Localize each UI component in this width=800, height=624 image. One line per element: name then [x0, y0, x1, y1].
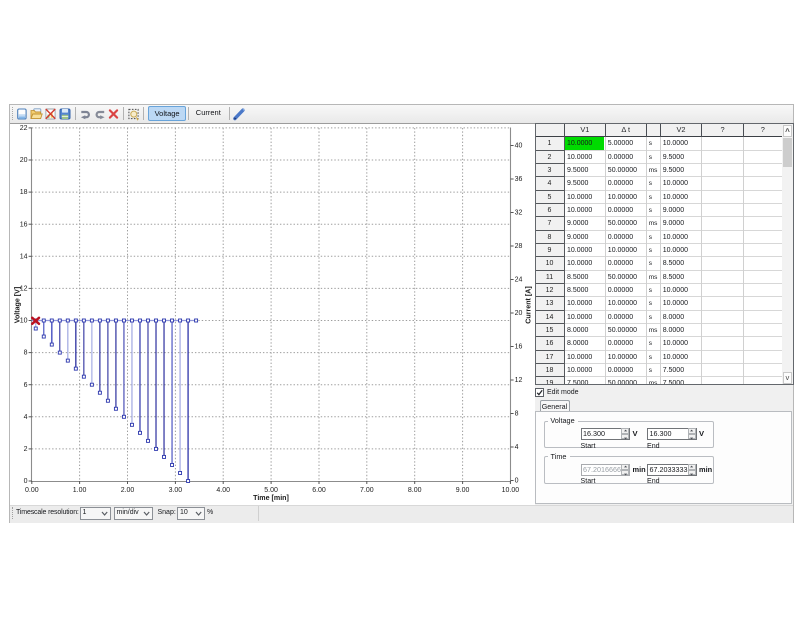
- svg-text:5.00: 5.00: [264, 487, 278, 494]
- svg-text:40: 40: [515, 143, 523, 150]
- svg-text:1.00: 1.00: [73, 487, 87, 494]
- svg-text:Time [min]: Time [min]: [253, 494, 289, 502]
- svg-text:12: 12: [515, 377, 523, 384]
- svg-text:Voltage [V]: Voltage [V]: [14, 287, 22, 324]
- svg-text:4.00: 4.00: [216, 487, 230, 494]
- svg-text:32: 32: [515, 210, 523, 217]
- svg-text:4: 4: [515, 444, 519, 451]
- svg-text:22: 22: [20, 125, 28, 132]
- svg-text:0: 0: [24, 478, 28, 485]
- svg-text:Current [A]: Current [A]: [525, 286, 533, 323]
- svg-text:2: 2: [24, 446, 28, 453]
- svg-text:0: 0: [515, 478, 519, 485]
- svg-text:10.00: 10.00: [502, 487, 520, 494]
- svg-text:16: 16: [515, 344, 523, 351]
- svg-text:36: 36: [515, 176, 523, 183]
- svg-text:7.00: 7.00: [360, 487, 374, 494]
- svg-text:0.00: 0.00: [25, 487, 39, 494]
- svg-text:14: 14: [20, 253, 28, 260]
- svg-text:4: 4: [24, 414, 28, 421]
- svg-text:24: 24: [515, 277, 523, 284]
- svg-text:6.00: 6.00: [312, 487, 326, 494]
- svg-text:3.00: 3.00: [169, 487, 183, 494]
- svg-text:20: 20: [515, 310, 523, 317]
- svg-text:6: 6: [24, 382, 28, 389]
- svg-text:8.00: 8.00: [408, 487, 422, 494]
- svg-text:9.00: 9.00: [456, 487, 470, 494]
- svg-text:8: 8: [515, 411, 519, 418]
- svg-text:16: 16: [20, 221, 28, 228]
- svg-text:20: 20: [20, 157, 28, 164]
- svg-text:28: 28: [515, 243, 523, 250]
- svg-text:18: 18: [20, 189, 28, 196]
- svg-text:8: 8: [24, 350, 28, 357]
- svg-text:2.00: 2.00: [121, 487, 135, 494]
